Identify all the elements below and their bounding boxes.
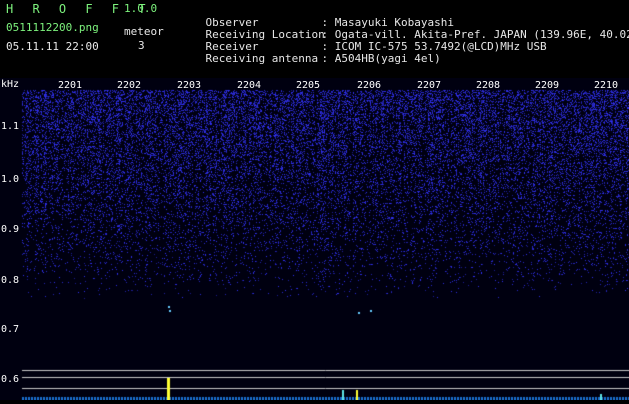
y-tick-label: 0.6 [1, 375, 19, 385]
header-panel: H R O F F T 1.0.0 0511112200.png 05.11.1… [0, 0, 629, 78]
y-tick-label: 1.1 [1, 122, 19, 132]
x-tick-label: 2208 [476, 81, 500, 91]
x-tick-label: 2205 [296, 81, 320, 91]
file-name: 0511112200.png [6, 22, 99, 34]
date-time: 05.11.11 22:00 [6, 41, 99, 53]
y-tick-label: 1.0 [1, 175, 19, 185]
x-tick-label: 2202 [117, 81, 141, 91]
y-axis-unit: kHz [1, 80, 19, 90]
y-tick-label: 0.9 [1, 225, 19, 235]
info-value: : A504HB(yagi 4el) [322, 52, 441, 65]
meteor-label: meteor [124, 26, 164, 38]
x-tick-label: 2209 [535, 81, 559, 91]
app-version: 1.0.0 [124, 3, 157, 15]
spectrogram: kHz 1.1 1.0 0.9 0.8 0.7 0.6 2201 2202 22… [0, 78, 629, 400]
x-tick-label: 2204 [237, 81, 261, 91]
meteor-count: 3 [138, 40, 145, 52]
x-tick-label: 2206 [357, 81, 381, 91]
x-tick-label: 2207 [417, 81, 441, 91]
y-tick-label: 0.7 [1, 325, 19, 335]
info-key: Receiving antenna [206, 53, 322, 65]
info-row-antenna: Receiving antenna: A504HB(yagi 4el) [179, 41, 441, 77]
spectrogram-canvas [0, 78, 629, 400]
x-tick-label: 2201 [58, 81, 82, 91]
x-tick-label: 2210 [594, 81, 618, 91]
y-tick-label: 0.8 [1, 276, 19, 286]
x-tick-label: 2203 [177, 81, 201, 91]
